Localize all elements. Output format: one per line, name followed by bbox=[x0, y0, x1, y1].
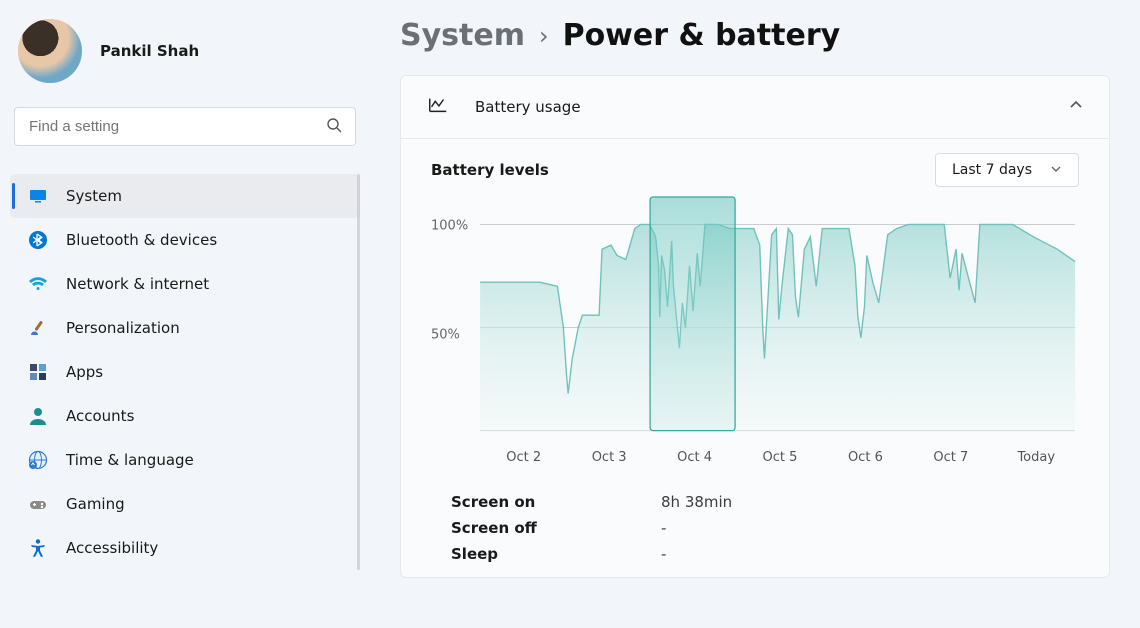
sidebar-item-label: Apps bbox=[66, 363, 103, 381]
sidebar-item-personalization[interactable]: Personalization bbox=[10, 306, 360, 350]
stat-value: - bbox=[661, 545, 666, 563]
chevron-up-icon[interactable] bbox=[1069, 98, 1083, 116]
chart-ytick: 100% bbox=[431, 219, 468, 234]
sidebar-nav: System Bluetooth & devices Network & inter… bbox=[10, 174, 360, 570]
stat-value: 8h 38min bbox=[661, 493, 732, 511]
stat-row: Screen off- bbox=[451, 515, 1079, 541]
avatar bbox=[18, 19, 82, 83]
sidebar-item-label: Time & language bbox=[66, 451, 194, 469]
chart-xtick: Today bbox=[994, 450, 1079, 465]
breadcrumb-separator: › bbox=[539, 22, 549, 50]
stat-label: Screen on bbox=[451, 493, 661, 511]
chart-xtick: Oct 7 bbox=[908, 450, 993, 465]
chevron-down-icon bbox=[1050, 163, 1062, 178]
breadcrumb-current: Power & battery bbox=[563, 18, 841, 53]
chart-icon bbox=[427, 94, 449, 120]
sidebar-item-label: Network & internet bbox=[66, 275, 209, 293]
profile-name: Pankil Shah bbox=[100, 42, 199, 60]
battery-stats: Screen on8h 38minScreen off-Sleep- bbox=[431, 489, 1079, 567]
sidebar-item-time-language[interactable]: Time & language bbox=[10, 438, 360, 482]
wifi-icon bbox=[28, 274, 48, 294]
chart-xtick: Oct 6 bbox=[823, 450, 908, 465]
accessibility-icon bbox=[28, 538, 48, 558]
search-icon[interactable] bbox=[326, 117, 342, 137]
breadcrumb-parent[interactable]: System bbox=[400, 18, 525, 53]
stat-row: Screen on8h 38min bbox=[451, 489, 1079, 515]
sidebar-item-apps[interactable]: Apps bbox=[10, 350, 360, 394]
globe-icon bbox=[28, 450, 48, 470]
main-content: System › Power & battery Battery usage bbox=[370, 0, 1140, 628]
stat-value: - bbox=[661, 519, 666, 537]
bluetooth-icon bbox=[28, 230, 48, 250]
brush-icon bbox=[28, 318, 48, 338]
monitor-icon bbox=[28, 186, 48, 206]
settings-sidebar: Pankil Shah System Bluetooth & devices Net… bbox=[0, 0, 370, 628]
sidebar-item-network-internet[interactable]: Network & internet bbox=[10, 262, 360, 306]
chart-xtick: Oct 2 bbox=[481, 450, 566, 465]
chart-xtick: Oct 5 bbox=[737, 450, 822, 465]
battery-usage-card: Battery usage Battery levels Last 7 days bbox=[400, 75, 1110, 578]
sidebar-item-label: Accessibility bbox=[66, 539, 158, 557]
sidebar-item-label: Personalization bbox=[66, 319, 180, 337]
chart-xtick: Oct 3 bbox=[566, 450, 651, 465]
chart-ytick: 50% bbox=[431, 328, 460, 343]
profile-block[interactable]: Pankil Shah bbox=[10, 15, 360, 103]
stat-label: Screen off bbox=[451, 519, 661, 537]
battery-levels-chart[interactable]: 100% 50% Oct 2Oct 3Oct 4Oct 5Oct 6Oct 7T… bbox=[431, 195, 1079, 465]
sidebar-item-label: System bbox=[66, 187, 122, 205]
chart-xticks: Oct 2Oct 3Oct 4Oct 5Oct 6Oct 7Today bbox=[431, 450, 1079, 465]
battery-usage-header[interactable]: Battery usage bbox=[401, 76, 1109, 139]
battery-usage-title: Battery usage bbox=[475, 98, 581, 116]
battery-levels-title: Battery levels bbox=[431, 161, 549, 179]
chart-xtick: Oct 4 bbox=[652, 450, 737, 465]
sidebar-search bbox=[14, 107, 356, 146]
person-icon bbox=[28, 406, 48, 426]
apps-icon bbox=[28, 362, 48, 382]
stat-label: Sleep bbox=[451, 545, 661, 563]
time-range-dropdown[interactable]: Last 7 days bbox=[935, 153, 1079, 187]
sidebar-item-label: Bluetooth & devices bbox=[66, 231, 217, 249]
sidebar-item-accessibility[interactable]: Accessibility bbox=[10, 526, 360, 570]
sidebar-item-system[interactable]: System bbox=[10, 174, 360, 218]
stat-row: Sleep- bbox=[451, 541, 1079, 567]
sidebar-item-bluetooth-devices[interactable]: Bluetooth & devices bbox=[10, 218, 360, 262]
sidebar-item-label: Gaming bbox=[66, 495, 125, 513]
sidebar-item-gaming[interactable]: Gaming bbox=[10, 482, 360, 526]
search-input[interactable] bbox=[14, 107, 356, 146]
sidebar-item-label: Accounts bbox=[66, 407, 134, 425]
gamepad-icon bbox=[28, 494, 48, 514]
breadcrumb: System › Power & battery bbox=[400, 18, 1110, 53]
sidebar-item-accounts[interactable]: Accounts bbox=[10, 394, 360, 438]
time-range-value: Last 7 days bbox=[952, 162, 1032, 178]
